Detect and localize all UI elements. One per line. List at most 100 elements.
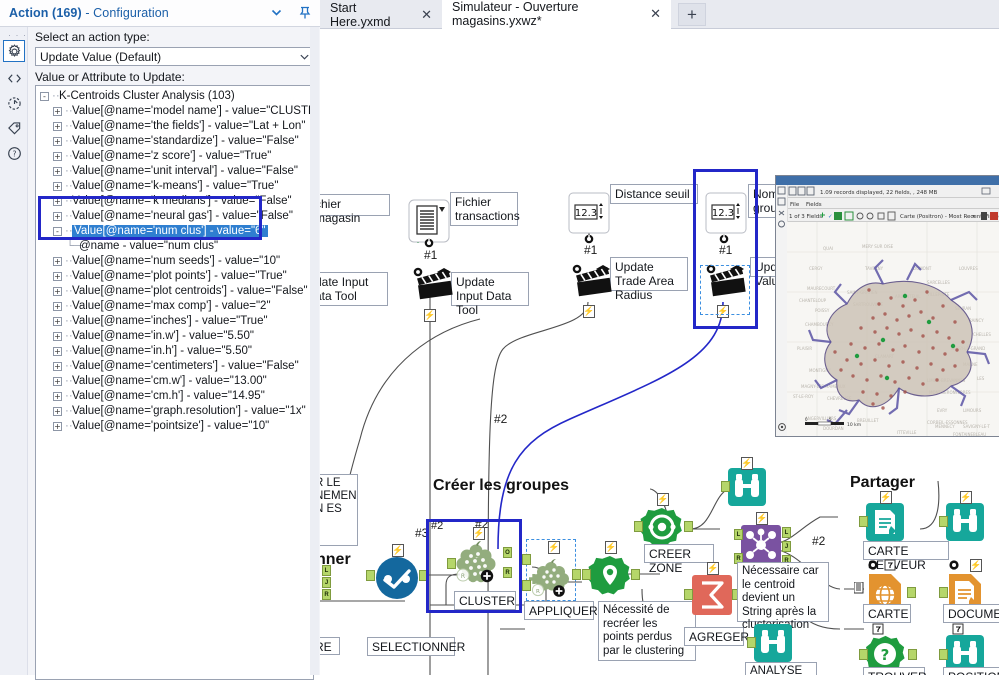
rail-refresh-icon[interactable] xyxy=(3,92,25,114)
numeric-updown-tool-distance[interactable]: 12.3 xyxy=(568,192,610,234)
comment-clipped-left[interactable]: R LE NEMEN N ES xyxy=(320,474,358,546)
filter-tool-selectionner[interactable] xyxy=(375,556,419,600)
port-output-r-cluster[interactable]: R xyxy=(503,567,512,578)
port-output-o-cluster[interactable]: O xyxy=(503,547,512,558)
tree-node[interactable]: + ··Value[@name='in.w'] - value="5.50" xyxy=(36,329,254,344)
tree-expander[interactable]: - xyxy=(53,227,62,236)
tree-expander[interactable]: + xyxy=(53,392,62,401)
tree-node[interactable]: + ··Value[@name='unit interval'] - value=… xyxy=(36,164,298,179)
port-input-appliquer-top[interactable] xyxy=(522,554,531,565)
close-icon[interactable]: ✕ xyxy=(421,7,432,23)
tree-node[interactable]: + ··Value[@name='in.h'] - value="5.50" xyxy=(36,344,252,359)
tree-node[interactable]: - ··Value[@name='num clus'] - value="6" xyxy=(36,224,268,239)
action-tool-trade-area[interactable] xyxy=(572,261,616,299)
tree-node[interactable]: + ··Value[@name='graph.resolution'] - val… xyxy=(36,404,306,419)
port-input-browse-top[interactable] xyxy=(721,481,730,492)
port-output-creer-zone[interactable] xyxy=(684,521,693,532)
chevron-down-icon[interactable] xyxy=(267,3,286,22)
close-icon[interactable]: ✕ xyxy=(650,6,661,22)
port-input-cluster[interactable] xyxy=(447,558,456,569)
tree-node[interactable]: + ··Value[@name='plot centroids'] - value… xyxy=(36,284,308,299)
comment-position-magasins[interactable]: POSITION MAGASINS xyxy=(943,667,999,675)
port-input-creer-zone[interactable] xyxy=(634,521,643,532)
port-join-j-out[interactable]: J xyxy=(782,541,791,552)
tree-expander[interactable]: + xyxy=(53,197,62,206)
comment-carte-serveur[interactable]: CARTE SERVEUR xyxy=(863,541,949,572)
comment-necessite-de-recreer[interactable]: Nécessité de recréer les points perdus p… xyxy=(598,601,696,661)
tree-node[interactable]: + ··Value[@name='pointsize'] - value="10" xyxy=(36,419,269,434)
tree-expander[interactable]: + xyxy=(53,182,62,191)
tree-node[interactable]: + ··Value[@name='cm.w'] - value="13.00" xyxy=(36,374,267,389)
tree-node[interactable]: + ··Value[@name='num seeds'] - value="10" xyxy=(36,254,280,269)
tree-node[interactable]: + ··Value[@name='cm.h'] - value="14.95" xyxy=(36,389,265,404)
tree-node[interactable]: + ··Value[@name='k-means'] - value="True" xyxy=(36,179,278,194)
browse-tool-right-top[interactable] xyxy=(945,502,985,542)
tree-expander[interactable]: + xyxy=(53,317,62,326)
comment-selectionner[interactable]: SELECTIONNER xyxy=(367,637,465,656)
port-input-appliquer-bottom[interactable] xyxy=(522,580,531,591)
map-browse-window[interactable]: 1.09 records displayed, 22 fields, , 248… xyxy=(775,175,999,437)
tree-node[interactable]: + ··Value[@name='max comp'] - value="2" xyxy=(36,299,271,314)
tree-expander[interactable]: + xyxy=(53,107,62,116)
tree-expander[interactable]: + xyxy=(53,287,62,296)
tree-node[interactable]: + ··Value[@name='z score'] - value="True" xyxy=(36,149,271,164)
comment-update-input-data-tool[interactable]: Update Input Data Tool xyxy=(451,272,529,317)
panel-scrollbar[interactable] xyxy=(310,27,319,675)
comment-re[interactable]: RE xyxy=(320,637,340,655)
comment-carte[interactable]: CARTE xyxy=(863,604,911,623)
port-input-browse-right-top[interactable] xyxy=(939,516,948,527)
tree-expander[interactable]: + xyxy=(53,257,62,266)
value-attribute-tree[interactable]: - ··K-Centroids Cluster Analysis (103) + ··… xyxy=(35,85,314,680)
comment-agreger[interactable]: AGREGER xyxy=(684,627,749,646)
comment-document[interactable]: DOCUMENT xyxy=(943,604,999,623)
comment-trouver-centre[interactable]: TROUVER CENTRE xyxy=(863,667,927,675)
rail-help-icon[interactable]: ? xyxy=(3,142,25,164)
port-input-create-points[interactable] xyxy=(582,569,591,580)
port-input-carte[interactable] xyxy=(853,581,864,597)
comment-analyse-ca[interactable]: ANALYSE CA GROUPE1 ET GROUPE2 xyxy=(745,662,817,675)
rail-code-icon[interactable] xyxy=(3,67,25,89)
port-output-trouver-centre[interactable] xyxy=(908,649,917,660)
port-output-appliquer[interactable] xyxy=(572,569,581,580)
map-window-menubar[interactable]: File Fields xyxy=(776,198,999,209)
create-points-tool[interactable] xyxy=(588,554,632,598)
comment-appliquer[interactable]: APPLIQUER xyxy=(524,601,598,620)
port-j[interactable]: J xyxy=(322,577,331,588)
tree-node[interactable]: + ··Value[@name='centimeters'] - value="F… xyxy=(36,359,299,374)
port-input-browse-analyse[interactable] xyxy=(747,637,756,648)
workflow-canvas[interactable]: chier magasin Fichier transactions Dista… xyxy=(320,29,999,675)
tree-expander[interactable]: + xyxy=(53,152,62,161)
action-type-select[interactable]: Update Value (Default) xyxy=(35,47,314,66)
tree-node[interactable]: + ··Value[@name='plot points'] - value="T… xyxy=(36,269,287,284)
browse-tool-analyse-ca[interactable] xyxy=(753,623,793,663)
port-join-l-out[interactable]: L xyxy=(782,527,791,538)
tree-expander[interactable]: + xyxy=(53,362,62,371)
tree-expander[interactable]: + xyxy=(53,347,62,356)
port-output-create-points[interactable] xyxy=(631,569,640,580)
comment-update-input-data-tool-left[interactable]: date Input ata Tool xyxy=(320,272,388,306)
tree-node[interactable]: - ··K-Centroids Cluster Analysis (103) xyxy=(36,89,235,104)
tree-node[interactable]: + ··Value[@name='standardize'] - value="F… xyxy=(36,134,299,149)
map-canvas[interactable]: QUAI MERY SUR OISE CERGY TAVERNY DOMONT LOUV… xyxy=(787,222,999,436)
tab-start-here[interactable]: Start Here.yxmd ✕ xyxy=(320,0,442,29)
k-centroids-cluster-analysis-tool[interactable]: R xyxy=(454,539,500,583)
comment-cluster[interactable]: CLUSTER xyxy=(454,591,516,610)
tree-expander[interactable]: + xyxy=(53,122,62,131)
port-join-l-in[interactable]: L xyxy=(734,529,743,540)
tree-node[interactable]: + ··Value[@name='the fields'] - value="La… xyxy=(36,119,305,134)
comment-necessaire-car-le-centroid[interactable]: Nécessaire car le centroid devient un St… xyxy=(737,562,829,631)
comment-distance-seuil[interactable]: Distance seuil xyxy=(610,184,698,204)
pin-icon[interactable] xyxy=(295,3,314,22)
summarize-tool-agreger[interactable] xyxy=(691,574,733,616)
new-tab-button[interactable]: + xyxy=(678,3,706,26)
port-input-trouver-centre[interactable] xyxy=(859,649,868,660)
tab-simulateur[interactable]: Simulateur - Ouverture magasins.yxwz* ✕ xyxy=(442,0,671,29)
tree-node[interactable]: └─@name - value="num clus" xyxy=(36,239,218,254)
rail-gear-icon[interactable] xyxy=(3,40,25,62)
tree-expander[interactable]: - xyxy=(40,92,49,101)
tree-expander[interactable]: + xyxy=(53,212,62,221)
port-input-render[interactable] xyxy=(859,516,868,527)
port-input-position-magasins[interactable] xyxy=(939,649,948,660)
action-tool-input-data[interactable] xyxy=(413,264,457,302)
map-window-toolbar-1[interactable]: 1.09 records displayed, 22 fields, , 248… xyxy=(776,185,999,198)
